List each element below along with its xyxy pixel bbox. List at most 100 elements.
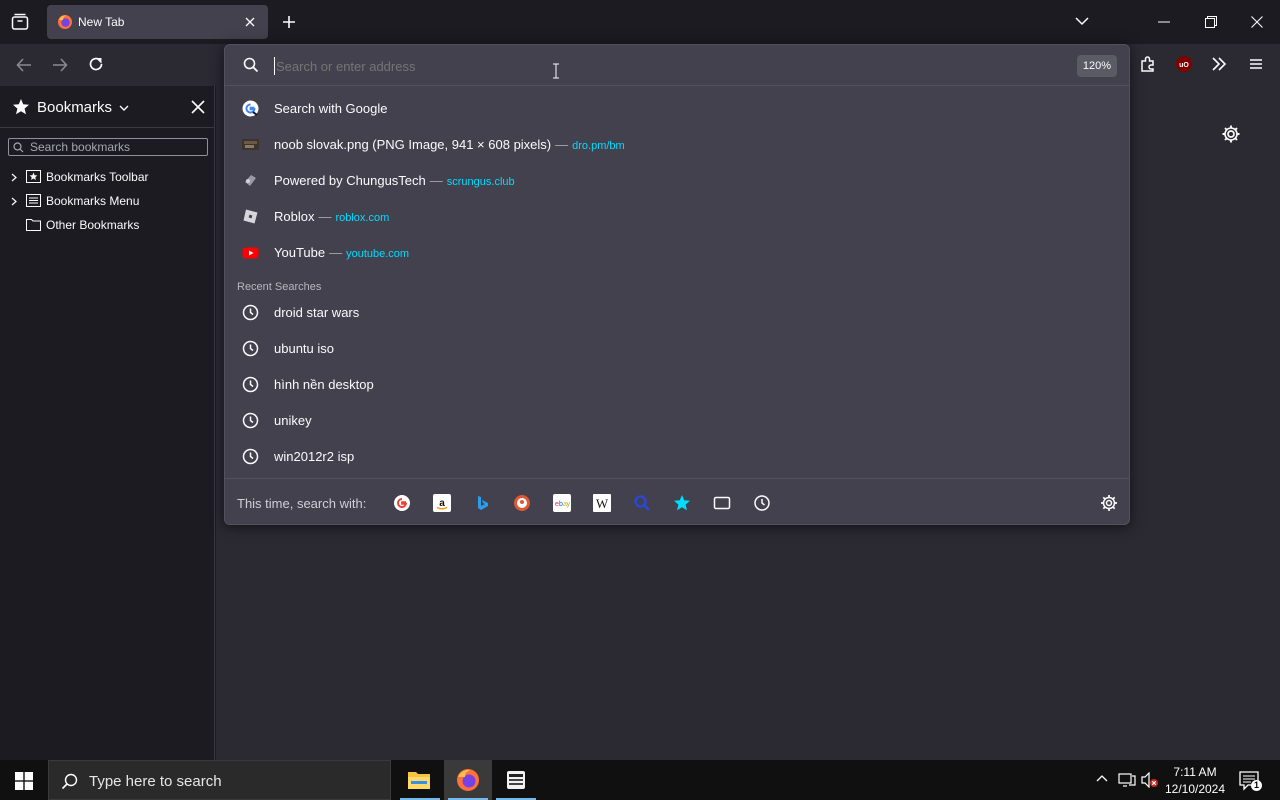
bookmarks-star-icon[interactable] [673,494,691,512]
window-app-icon [506,770,526,790]
divider [225,85,1129,86]
svg-text:uO: uO [1179,62,1189,69]
suggestion-title: Powered by ChungusTech [274,173,426,188]
recent-search-item[interactable]: unikey [225,402,1129,438]
search-engine-icon[interactable] [633,494,651,512]
search-icon [61,773,78,790]
recent-searches-heading: Recent Searches [237,281,322,293]
suggestion-url: scrungus.club [446,176,515,188]
text-cursor-icon [552,63,560,79]
network-icon[interactable] [1118,772,1136,788]
tab-new-tab[interactable]: New Tab [47,5,268,39]
tabs-icon[interactable] [713,494,731,512]
close-sidebar-icon[interactable] [191,100,205,114]
sidebar-item-label: Bookmarks Menu [46,194,140,208]
app-menu-hamburger-icon[interactable] [1248,56,1264,72]
suggestion-search-google[interactable]: Search with Google [225,90,1129,126]
chevron-up-icon[interactable] [1096,774,1108,784]
suggestion-roblox[interactable]: Roblox — roblox.com [225,198,1129,234]
google-icon [242,100,259,117]
restore-window-icon[interactable] [1205,16,1217,28]
sidebar-item-other-bookmarks[interactable]: Other Bookmarks [0,214,215,236]
chevron-down-icon [119,104,129,112]
reload-icon[interactable] [87,55,105,73]
title-bar: New Tab [0,0,1280,44]
sidebar-item-bookmarks-toolbar[interactable]: Bookmarks Toolbar [0,166,215,188]
tab-manager-icon[interactable] [11,13,29,31]
bookmarks-star-icon [12,98,30,116]
close-tab-icon[interactable] [244,16,256,28]
list-all-tabs-icon[interactable] [1074,15,1090,27]
recent-search-item[interactable]: droid star wars [225,294,1129,330]
overflow-chevron-icon[interactable] [1211,56,1227,72]
back-arrow-icon[interactable] [15,56,33,74]
forward-arrow-icon[interactable] [51,56,69,74]
svg-text:W: W [596,496,609,511]
bookmarks-toolbar-icon [26,170,41,183]
app-taskbar-button[interactable] [492,760,540,800]
windows-start-icon[interactable] [15,772,33,790]
wikipedia-icon[interactable]: W [593,494,611,512]
svg-text:y: y [567,501,571,508]
ebay-icon[interactable]: ebay [553,494,571,512]
folder-icon [26,218,41,231]
tab-title: New Tab [78,15,125,29]
chevron-right-icon[interactable] [10,197,18,206]
recent-search-text: unikey [274,413,312,428]
sidebar-title: Bookmarks [37,99,113,116]
recent-search-item[interactable]: ubuntu iso [225,330,1129,366]
ublock-origin-icon[interactable]: uO [1175,55,1193,73]
search-icon [13,142,24,153]
recent-search-item[interactable]: win2012r2 isp [225,438,1129,474]
search-settings-gear-icon[interactable] [1100,494,1118,512]
system-clock[interactable]: 7:11 AM 12/10/2024 [1160,764,1230,798]
suggestion-url: roblox.com [335,212,390,224]
urlbar-dropdown: 120% Search with Google noob slovak.png … [224,44,1130,525]
file-explorer-taskbar-button[interactable] [396,760,444,800]
suggestion-chungustech[interactable]: Powered by ChungusTech — scrungus.club [225,162,1129,198]
sidebar-item-bookmarks-menu[interactable]: Bookmarks Menu [0,190,215,212]
chevron-right-icon[interactable] [10,173,18,182]
google-icon[interactable] [393,494,411,512]
suggestion-youtube[interactable]: YouTube — youtube.com [225,234,1129,270]
history-clock-icon [242,412,259,429]
firefox-icon [57,14,73,30]
sidebar-item-label: Other Bookmarks [46,218,140,232]
zoom-level-button[interactable]: 120% [1077,55,1117,77]
sidebar-switcher[interactable]: Bookmarks [37,99,129,116]
notifications-icon[interactable]: 1 [1239,771,1262,791]
recent-search-item[interactable]: hình nền desktop [225,366,1129,402]
new-tab-button[interactable] [281,14,297,30]
recent-search-text: hình nền desktop [274,377,374,392]
bing-icon[interactable] [473,494,491,512]
youtube-icon [242,244,259,261]
duckduckgo-icon[interactable] [513,494,531,512]
search-with-label: This time, search with: [237,496,367,511]
taskbar-search-box[interactable]: Type here to search [48,760,391,800]
svg-text:a: a [439,498,445,509]
close-window-icon[interactable] [1251,16,1263,28]
separator-dash: — [318,209,332,224]
minimize-window-icon[interactable] [1158,21,1170,23]
address-input[interactable] [274,57,1064,75]
sidebar-header: Bookmarks [0,86,215,128]
suggestion-title: Roblox [274,209,315,224]
gear-icon[interactable] [1221,124,1241,144]
firefox-taskbar-button[interactable] [444,760,492,800]
suggestion-title: noob slovak.png (PNG Image, 941 × 608 pi… [274,137,552,152]
extensions-puzzle-icon[interactable] [1139,55,1157,73]
separator-dash: — [555,137,569,152]
bookmarks-sidebar: Bookmarks Search bookmarks Bookmarks Too… [0,86,215,760]
volume-muted-icon[interactable] [1141,772,1159,788]
suggestion-noob-slovak[interactable]: noob slovak.png (PNG Image, 941 × 608 pi… [225,126,1129,162]
amazon-icon[interactable]: a [433,494,451,512]
image-thumb-icon [242,136,259,153]
search-bookmarks-placeholder: Search bookmarks [30,140,131,154]
search-bookmarks-input[interactable]: Search bookmarks [8,138,208,156]
separator-dash: — [329,245,343,260]
windows-taskbar: Type here to search 7:11 AM 12/10/2024 1 [0,760,1280,800]
history-clock-icon [242,304,259,321]
clock-date: 12/10/2024 [1164,782,1226,796]
file-explorer-icon [407,769,431,791]
history-icon[interactable] [753,494,771,512]
